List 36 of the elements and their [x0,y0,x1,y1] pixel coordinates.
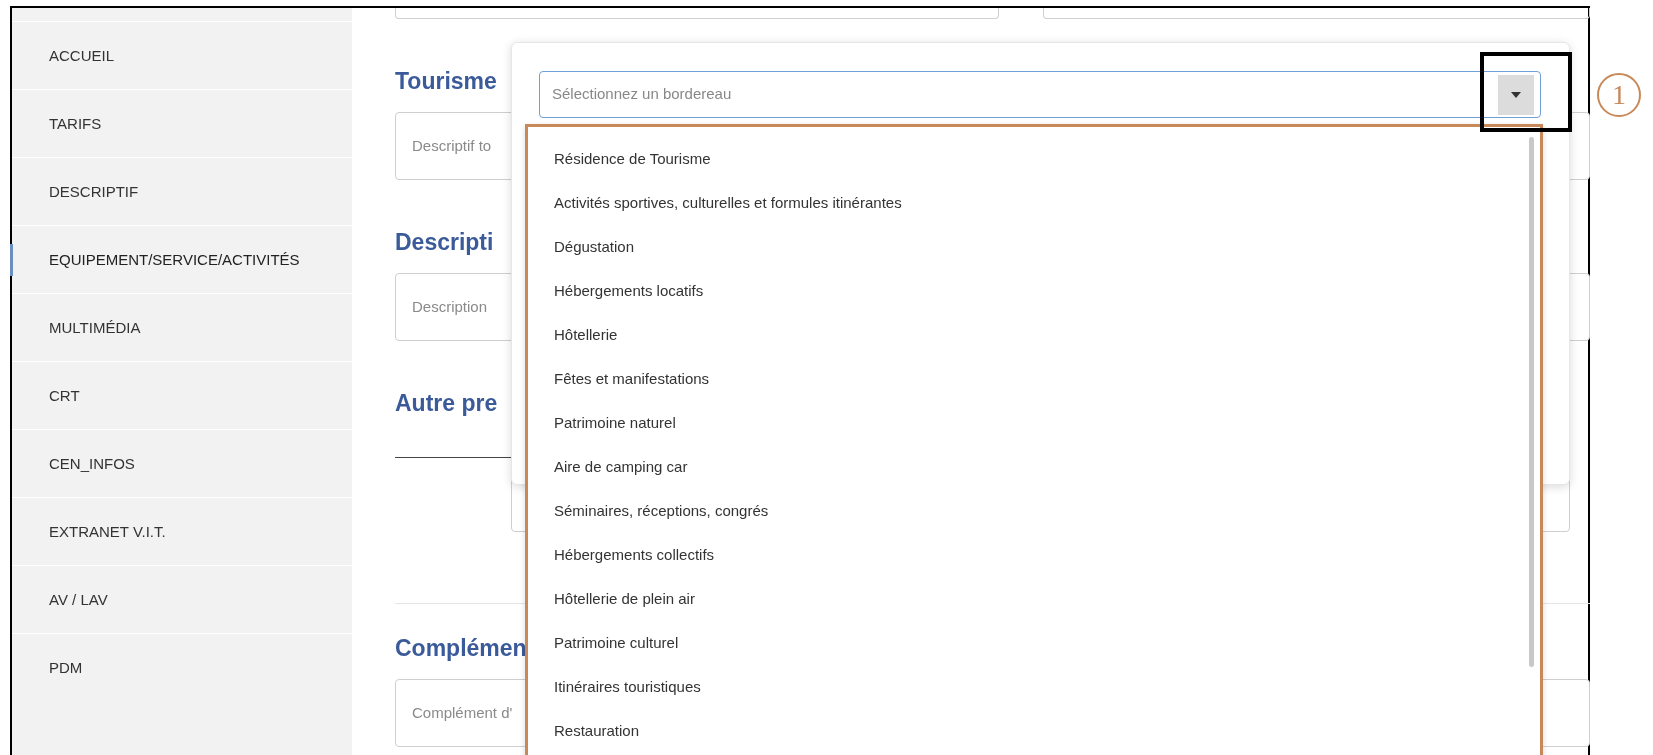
option-item[interactable]: Fêtes et manifestations [528,356,1540,400]
select-field[interactable]: Sélectionnez un bordereau [539,71,1541,118]
text-field[interactable] [1043,8,1590,19]
sidebar-item[interactable]: PDM [12,634,352,701]
sidebar-item[interactable]: MULTIMÉDIA [12,294,352,361]
section-heading: Tourisme [395,67,497,95]
option-item[interactable]: Hébergements collectifs [528,532,1540,576]
option-item[interactable]: Séminaires, réceptions, congrés [528,488,1540,532]
scrollbar-thumb[interactable] [1529,137,1534,667]
option-item[interactable]: Hôtellerie [528,312,1540,356]
option-item[interactable]: Résidence de Tourisme [528,136,1540,180]
section-heading: Autre pre [395,389,498,417]
option-item[interactable]: Hébergements locatifs [528,268,1540,312]
dropdown-button[interactable] [1498,74,1534,115]
option-item[interactable]: Hôtellerie de plein air [528,576,1540,620]
section-heading: Descripti [395,228,494,256]
callout-number: 1 [1597,73,1641,117]
option-item[interactable]: Aire de camping car [528,444,1540,488]
sidebar-item[interactable]: EQUIPEMENT/SERVICE/ACTIVITÉS [12,226,352,293]
section-heading: Complémen [395,634,527,662]
sidebar-item[interactable]: EXTRANET V.I.T. [12,498,352,565]
sidebar-item[interactable]: AV / LAV [12,566,352,633]
sidebar-item[interactable]: TARIFS [12,90,352,157]
sidebar-item[interactable]: CEN_INFOS [12,430,352,497]
option-item[interactable]: Patrimoine culturel [528,620,1540,664]
option-item[interactable]: Itinéraires touristiques [528,664,1540,708]
sidebar-item[interactable]: CRT [12,362,352,429]
option-item[interactable]: Dégustation [528,224,1540,268]
sidebar-item[interactable]: ACCUEIL [12,22,352,89]
option-item[interactable]: Restauration [528,708,1540,752]
sidebar-item[interactable]: DESCRIPTIF [12,158,352,225]
option-item[interactable]: Activités sportives, culturelles et formules itinérantes [528,180,1540,224]
select-placeholder: Sélectionnez un bordereau [552,84,733,105]
text-field[interactable] [395,8,999,19]
caret-icon [1511,91,1521,98]
option-item[interactable]: Patrimoine naturel [528,400,1540,444]
